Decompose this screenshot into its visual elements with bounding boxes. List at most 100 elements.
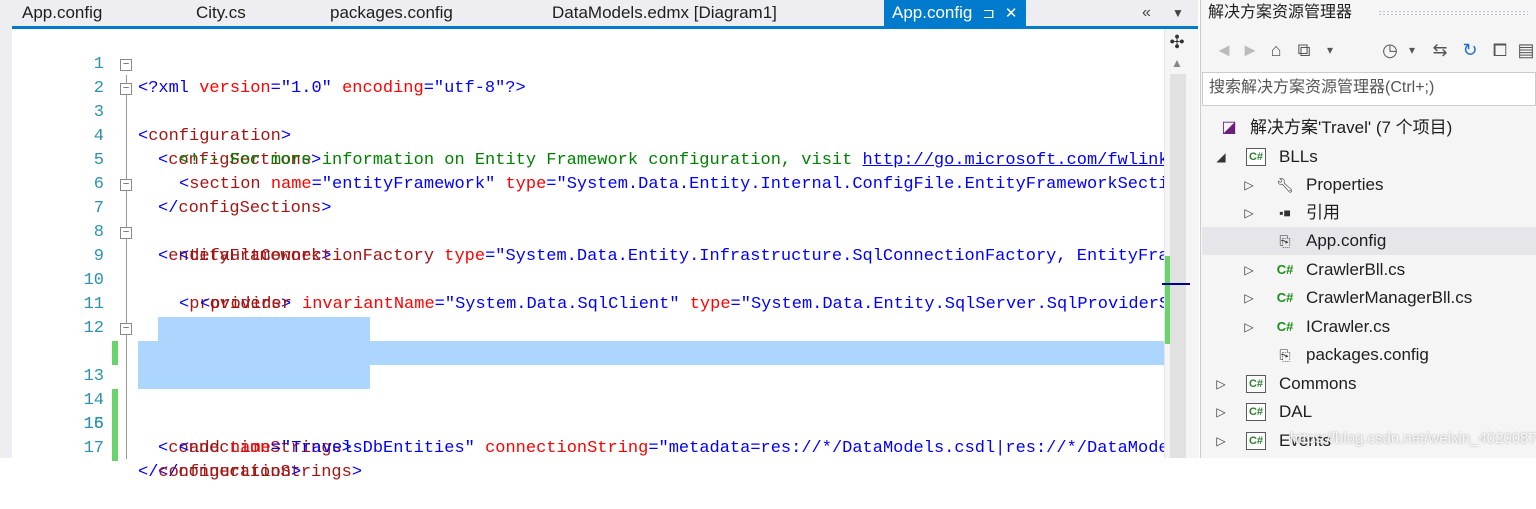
code-line: 7 − <entityFramework> [12, 173, 1164, 266]
forward-icon[interactable]: ► [1238, 38, 1262, 62]
tree-item-crawlermanagerbll[interactable]: ▷ C# CrawlerManagerBll.cs [1202, 284, 1536, 312]
split-editor-icon[interactable]: ✣ [1167, 31, 1187, 53]
close-icon[interactable]: ✕ [1005, 5, 1018, 22]
code-token: < [158, 439, 169, 458]
code-editor[interactable]: 1 <?xml version="1.0" encoding="utf-8"?>… [12, 29, 1174, 482]
chevron-down-icon[interactable]: ▾ [1318, 38, 1342, 62]
tree-item-crawlerbll[interactable]: ▷ C# CrawlerBll.cs [1202, 256, 1536, 284]
tree-item-label: Properties [1306, 175, 1384, 194]
tree-item-label: App.config [1306, 231, 1387, 250]
watermark: https://blog.csdn.net/weixin_40200876 [1290, 430, 1536, 447]
tab-overflow-button[interactable]: « [1142, 0, 1151, 26]
tab-app-config-active[interactable]: App.config ⊐ ✕ [884, 0, 1026, 26]
pin-icon[interactable]: ⊐ [982, 5, 995, 22]
code-token: </ [138, 463, 159, 482]
refresh-icon[interactable]: ↻ [1458, 38, 1482, 62]
csharp-project-icon: C# [1246, 432, 1266, 450]
search-input[interactable] [1203, 73, 1535, 103]
tree-item-solution[interactable]: ◪ 解决方案'Travel' (7 个项目) [1202, 114, 1536, 142]
code-token: TravelsDbEntities [291, 439, 465, 458]
code-line: 14 <add name="TravelsDbEntities" connect… [12, 341, 1174, 458]
code-token: =" [270, 439, 292, 458]
code-line: 13 − <connectionStrings> [12, 317, 1164, 458]
code-line: 6 </configSections> [12, 149, 1164, 218]
scrollbar-caret-marker [1162, 283, 1190, 285]
tree-item-dal[interactable]: ▷ C# DAL [1202, 398, 1536, 426]
tab-city-cs[interactable]: City.cs [196, 0, 246, 26]
tree-item-label: CrawlerBll.cs [1306, 260, 1406, 279]
tab-packages-config[interactable]: packages.config [330, 0, 453, 26]
tab-datamodels-edmx[interactable]: DataModels.edmx [Diagram1] [552, 0, 777, 26]
tree-item-app-config[interactable]: ⎘ App.config [1202, 227, 1536, 255]
tree-item-blls[interactable]: ◢ C# BLLs [1202, 143, 1536, 171]
tab-dropdown-button[interactable]: ▼ [1172, 0, 1184, 26]
tree-item-label: CrawlerManagerBll.cs [1306, 288, 1473, 307]
tree-item-label: packages.config [1306, 345, 1429, 364]
collapse-icon[interactable]: − [120, 227, 132, 239]
tree-item-packages-config[interactable]: ⎘ packages.config [1202, 341, 1536, 369]
switch-views-icon[interactable]: ⧉ [1292, 38, 1316, 62]
tree-item-references[interactable]: ▷ ▪■ 引用 [1202, 199, 1536, 227]
collapse-icon[interactable]: − [120, 59, 132, 71]
line-number: 17 [83, 439, 104, 458]
chevron-down-icon[interactable]: ▾ [1400, 38, 1424, 62]
collapsed-arrow-icon[interactable]: ▷ [1242, 171, 1256, 199]
tree-item-label: Commons [1279, 374, 1357, 393]
collapse-icon[interactable]: − [120, 83, 132, 95]
expanded-arrow-icon[interactable]: ◢ [1214, 143, 1228, 171]
references-icon: ▪■ [1279, 206, 1291, 220]
collapsed-arrow-icon[interactable]: ▷ [1242, 284, 1256, 312]
tree-item-label: BLLs [1279, 147, 1318, 166]
code-line: 8 <defaultConnectionFactory type="System… [12, 197, 1174, 266]
csharp-project-icon: C# [1246, 148, 1266, 166]
tab-label: City.cs [196, 3, 246, 22]
code-line: 10 <provider invariantName="System.Data.… [12, 245, 1174, 314]
code-line: 16 [12, 389, 1164, 461]
tree-item-label: ICrawler.cs [1306, 317, 1391, 336]
sync-icon[interactable]: ⇆ [1428, 38, 1452, 62]
scrollbar-change-marker [1165, 256, 1170, 344]
show-all-files-icon[interactable]: ▤ [1514, 38, 1536, 62]
code-token: < [179, 439, 190, 458]
code-line: 4 <!-- For more information on Entity Fr… [12, 101, 1174, 170]
collapsed-arrow-icon[interactable]: ▷ [1242, 256, 1256, 284]
solution-explorer-toolbar: ◄ ► ⌂ ⧉ ▾ ◷ ▾ ⇆ ↻ ⧠ ▤ [1202, 34, 1536, 68]
selection-highlight [138, 365, 370, 389]
config-file-icon: ⎘ [1279, 233, 1291, 249]
collapsed-arrow-icon[interactable]: ▷ [1214, 370, 1228, 398]
pending-changes-icon[interactable]: ◷ [1378, 38, 1402, 62]
scrollbar-thumb[interactable] [1170, 74, 1186, 458]
tab-app-config-1[interactable]: App.config [22, 0, 102, 26]
collapse-icon[interactable]: − [120, 323, 132, 335]
csharp-project-icon: C# [1246, 403, 1266, 421]
collapsed-arrow-icon[interactable]: ▷ [1242, 313, 1256, 341]
change-marker [112, 437, 118, 461]
home-icon[interactable]: ⌂ [1264, 38, 1288, 62]
tree-item-properties[interactable]: ▷ 🔧︎ Properties [1202, 171, 1536, 199]
title-grip[interactable] [1378, 10, 1528, 16]
collapsed-arrow-icon[interactable]: ▷ [1214, 427, 1228, 455]
code-token: > [291, 463, 302, 482]
code-line: 17 </configuration> [12, 413, 1164, 482]
collapse-all-icon[interactable]: ⧠ [1488, 38, 1512, 62]
code-token: connectionString [485, 439, 649, 458]
code-line: 3 − <configSections> [12, 77, 1164, 170]
solution-explorer-title: 解决方案资源管理器 [1208, 4, 1353, 21]
tree-item-icrawler[interactable]: ▷ C# ICrawler.cs [1202, 313, 1536, 341]
code-token: configuration [158, 463, 292, 482]
collapsed-arrow-icon[interactable]: ▷ [1214, 398, 1228, 426]
collapse-icon[interactable]: − [120, 179, 132, 191]
tab-label: packages.config [330, 3, 453, 22]
code-line: 9 − <providers> [12, 221, 1164, 314]
csharp-project-icon: C# [1246, 375, 1266, 393]
tree-item-commons[interactable]: ▷ C# Commons [1202, 370, 1536, 398]
selection-highlight [138, 341, 1174, 365]
document-tab-bar: App.config City.cs packages.config DataM… [12, 0, 1198, 26]
scroll-up-icon[interactable]: ▲ [1170, 56, 1184, 70]
solution-explorer-search[interactable] [1202, 72, 1536, 106]
solution-icon: ◪ [1221, 119, 1237, 136]
code-line: 11 </providers> [12, 269, 1164, 338]
collapsed-arrow-icon[interactable]: ▷ [1242, 199, 1256, 227]
back-icon[interactable]: ◄ [1212, 38, 1236, 62]
tree-item-label: 解决方案'Travel' (7 个项目) [1250, 118, 1453, 137]
